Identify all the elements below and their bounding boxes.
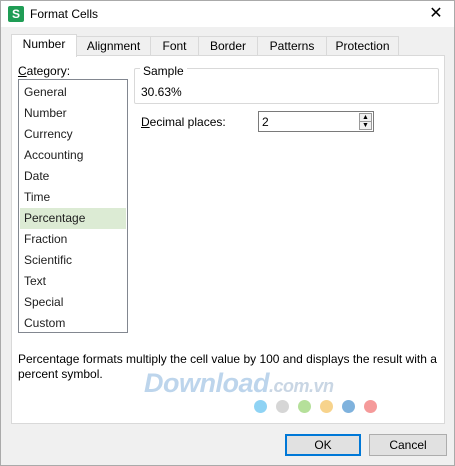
watermark-dot	[342, 400, 355, 413]
tab-protection[interactable]: Protection	[326, 36, 399, 56]
category-item-accounting[interactable]: Accounting	[20, 145, 126, 166]
category-label-accel: C	[18, 64, 27, 78]
close-icon[interactable]: ✕	[426, 4, 446, 24]
category-label: Category:	[18, 64, 70, 78]
ok-button[interactable]: OK	[285, 434, 361, 456]
watermark-dot	[364, 400, 377, 413]
category-list[interactable]: General Number Currency Accounting Date …	[18, 79, 128, 333]
watermark-dot	[320, 400, 333, 413]
tab-font[interactable]: Font	[150, 36, 199, 56]
decimal-places-label: Decimal places:	[141, 115, 226, 129]
cancel-button[interactable]: Cancel	[369, 434, 447, 456]
watermark-dot	[254, 400, 267, 413]
format-cells-dialog: S Format Cells ✕ Number Alignment Font B…	[0, 0, 455, 466]
dialog-title: Format Cells	[30, 7, 99, 21]
category-item-number[interactable]: Number	[20, 103, 126, 124]
decimal-places-spinner[interactable]: ▲ ▼	[258, 111, 374, 132]
category-item-scientific[interactable]: Scientific	[20, 250, 126, 271]
decimal-places-label-text: ecimal places:	[149, 115, 226, 129]
decimal-places-input[interactable]	[262, 114, 352, 129]
spinner-buttons: ▲ ▼	[359, 113, 372, 130]
watermark-main: Download	[144, 368, 270, 398]
tab-number[interactable]: Number	[11, 34, 77, 57]
watermark-dot	[298, 400, 311, 413]
download-watermark-logo: Download.com.vn	[144, 368, 334, 399]
category-item-special[interactable]: Special	[20, 292, 126, 313]
category-item-percentage[interactable]: Percentage	[20, 208, 126, 229]
tab-border[interactable]: Border	[198, 36, 258, 56]
spin-up-icon[interactable]: ▲	[360, 114, 371, 122]
category-item-text[interactable]: Text	[20, 271, 126, 292]
category-item-date[interactable]: Date	[20, 166, 126, 187]
category-item-currency[interactable]: Currency	[20, 124, 126, 145]
decimal-places-accel: D	[141, 115, 150, 129]
category-label-text: ategory:	[26, 64, 71, 78]
tab-alignment[interactable]: Alignment	[76, 36, 151, 56]
category-item-fraction[interactable]: Fraction	[20, 229, 126, 250]
number-tab-panel: Category: General Number Currency Accoun…	[11, 55, 445, 424]
sample-legend: Sample	[140, 64, 187, 78]
sample-value: 30.63%	[141, 85, 182, 99]
spin-down-icon[interactable]: ▼	[360, 122, 371, 130]
spreadsheet-app-icon: S	[8, 6, 24, 22]
title-bar: S Format Cells ✕	[1, 1, 454, 27]
tab-patterns[interactable]: Patterns	[257, 36, 327, 56]
category-item-custom[interactable]: Custom	[20, 313, 126, 334]
watermark-dot	[276, 400, 289, 413]
category-item-time[interactable]: Time	[20, 187, 126, 208]
category-item-general[interactable]: General	[20, 82, 126, 103]
watermark-suffix: .com.vn	[269, 376, 334, 396]
